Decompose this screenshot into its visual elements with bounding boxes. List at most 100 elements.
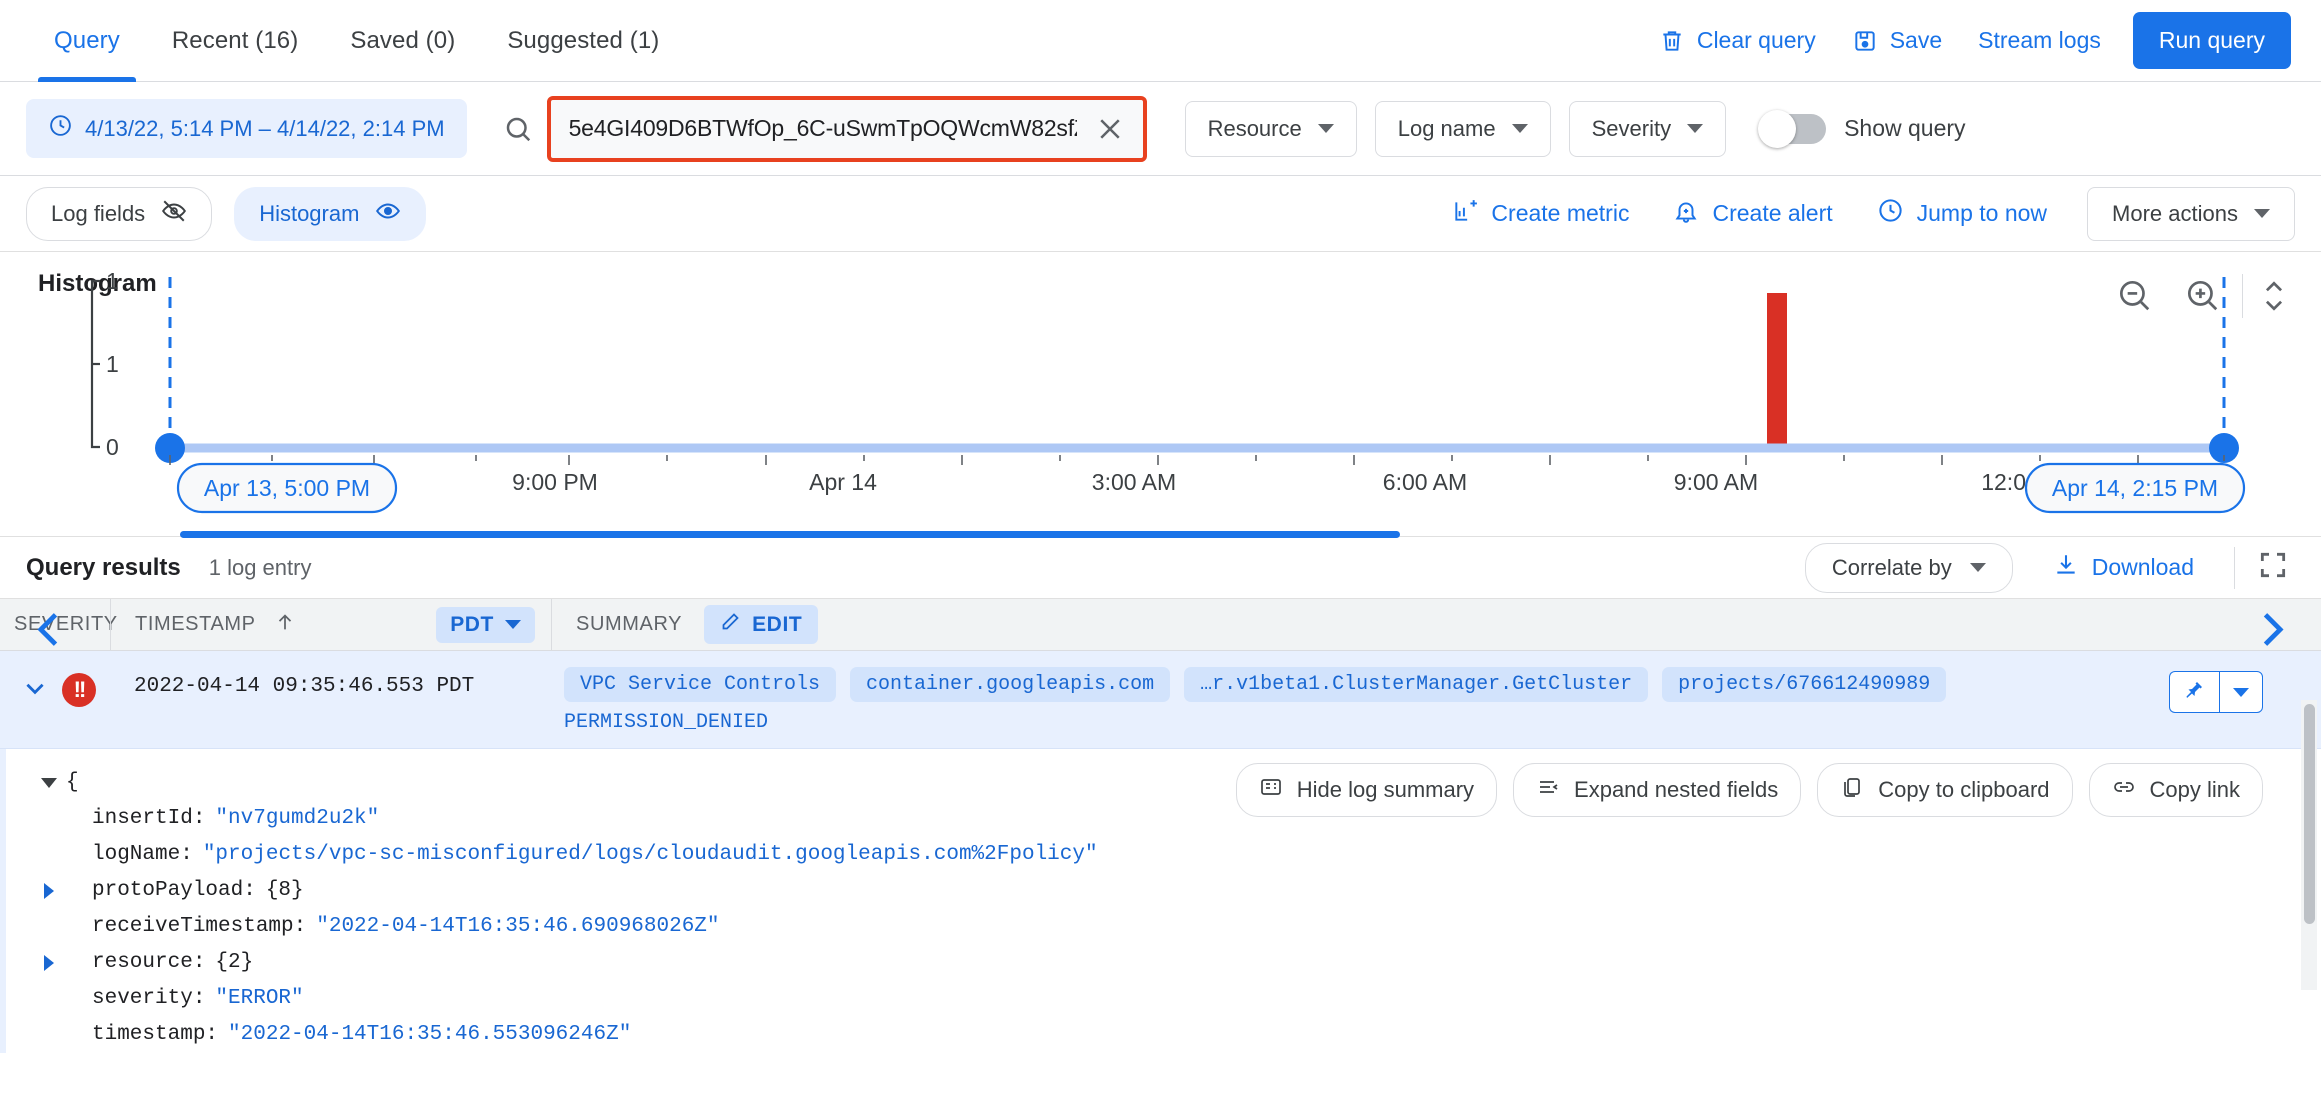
jump-to-now-button[interactable]: Jump to now	[1859, 187, 2065, 240]
search-input[interactable]	[550, 115, 1091, 142]
save-button[interactable]: Save	[1834, 15, 1960, 66]
download-button[interactable]: Download	[2035, 542, 2212, 594]
search-icon[interactable]	[495, 114, 547, 144]
json-key-resource: resource:	[92, 951, 206, 975]
range-start-chip: Apr 13, 5:00 PM	[176, 462, 398, 514]
json-key-severity: severity:	[92, 987, 206, 1011]
histogram-toggle-label: Histogram	[259, 200, 360, 226]
download-icon	[2053, 552, 2079, 584]
top-actions: Clear query Save Stream logs Run query	[1641, 12, 2321, 69]
json-value-receivetimestamp: "2022-04-14T16:35:46.690968026Z"	[316, 915, 720, 939]
time-range-selector[interactable]: 4/13/22, 5:14 PM – 4/14/22, 2:14 PM	[26, 99, 467, 158]
expand-nested-fields-label: Expand nested fields	[1574, 777, 1779, 802]
search-field-highlight	[546, 95, 1147, 162]
query-results-header: Query results 1 log entry Correlate by D…	[0, 531, 2321, 599]
time-range-label: 4/13/22, 5:14 PM – 4/14/22, 2:14 PM	[85, 115, 445, 141]
copy-to-clipboard-label: Copy to clipboard	[1878, 777, 2050, 802]
histogram-panel: Histogram 1 1 0 9:00 PM Apr 14 3:00 AM 6…	[0, 252, 2321, 646]
tab-suggested[interactable]: Suggested (1)	[481, 0, 685, 82]
top-tab-bar: Query Recent (16) Saved (0) Suggested (1…	[0, 0, 2321, 82]
tab-recent[interactable]: Recent (16)	[146, 0, 325, 82]
clock-icon	[1877, 197, 1904, 230]
scrollbar-thumb[interactable]	[2304, 704, 2315, 924]
run-query-button[interactable]: Run query	[2132, 12, 2291, 69]
toggle-knob	[1758, 109, 1797, 148]
histogram-prev-button[interactable]	[28, 608, 72, 657]
copy-link-button[interactable]: Copy link	[2088, 763, 2263, 817]
svg-text:Apr 14, 2:15 PM: Apr 14, 2:15 PM	[2052, 475, 2218, 501]
create-metric-button[interactable]: Create metric	[1434, 188, 1647, 240]
expand-resource-icon[interactable]	[32, 955, 66, 971]
histogram-chart[interactable]: 1 1 0 9:00 PM Apr 14 3:00 AM 6:00 AM 9:0…	[0, 252, 2321, 537]
clock-icon	[48, 113, 73, 144]
column-header-timestamp-label: TIMESTAMP	[135, 613, 256, 635]
timestamp-cell: 2022-04-14 09:35:46.553 PDT	[134, 675, 475, 698]
histogram-toggle[interactable]: Histogram	[234, 186, 427, 241]
eye-icon	[375, 198, 401, 230]
query-results-actions: Correlate by Download	[1804, 542, 2295, 594]
status-badge: PERMISSION_DENIED	[564, 711, 769, 734]
collapse-root-icon[interactable]	[32, 778, 66, 788]
results-vertical-scrollbar[interactable]	[2301, 700, 2317, 990]
column-header-summary[interactable]: SUMMARY EDIT	[552, 599, 819, 651]
json-key-receivetimestamp: receiveTimestamp:	[92, 915, 307, 939]
pin-button[interactable]	[2169, 671, 2219, 713]
chevron-down-icon	[1317, 124, 1334, 133]
correlate-by-button[interactable]: Correlate by	[1804, 542, 2013, 593]
summary-chip-service-name[interactable]: container.googleapis.com	[850, 667, 1171, 702]
histogram-next-button[interactable]	[2249, 608, 2293, 657]
logs-explorer-app: Query Recent (16) Saved (0) Suggested (1…	[0, 0, 2321, 1103]
clear-search-icon[interactable]	[1091, 114, 1143, 144]
pin-dropdown-button[interactable]	[2219, 671, 2263, 713]
expand-protopayload-icon[interactable]	[32, 883, 66, 899]
svg-text:0: 0	[106, 434, 119, 460]
summary-chip-vpc-service-controls[interactable]: VPC Service Controls	[564, 667, 837, 702]
results-table-header: SEVERITY TIMESTAMP PDT SUMMARY EDIT	[0, 598, 2321, 651]
search-area	[495, 95, 1147, 162]
resource-filter[interactable]: Resource	[1184, 100, 1357, 157]
hide-log-summary-button[interactable]: Hide log summary	[1235, 763, 1498, 817]
range-end-chip: Apr 14, 2:15 PM	[2024, 462, 2246, 514]
row-action-buttons	[2169, 671, 2263, 713]
json-value-insertid: "nv7gumd2u2k"	[215, 807, 380, 831]
expand-list-icon	[1536, 775, 1560, 805]
fullscreen-button[interactable]	[2257, 549, 2295, 586]
more-actions-button[interactable]: More actions	[2087, 186, 2295, 241]
tab-recent-label: Recent (16)	[171, 26, 299, 54]
chevron-down-icon	[505, 620, 521, 629]
summary-chip-project[interactable]: projects/676612490989	[1662, 667, 1947, 702]
chevron-down-icon	[1511, 124, 1528, 133]
table-row[interactable]: !! 2022-04-14 09:35:46.553 PDT VPC Servi…	[0, 651, 2321, 749]
timezone-selector[interactable]: PDT	[436, 606, 535, 643]
hide-log-summary-label: Hide log summary	[1296, 777, 1475, 802]
json-field-protopayload: protoPayload: {8}	[32, 873, 2321, 909]
secondary-action-row: Log fields Histogram Create metric Creat…	[0, 176, 2321, 252]
column-header-timestamp[interactable]: TIMESTAMP PDT	[111, 599, 551, 651]
stream-logs-button[interactable]: Stream logs	[1960, 15, 2119, 66]
sort-ascending-icon[interactable]	[274, 611, 296, 639]
correlate-by-label: Correlate by	[1831, 554, 1952, 580]
copy-to-clipboard-button[interactable]: Copy to clipboard	[1817, 763, 2073, 817]
horizontal-scroll-indicator[interactable]	[180, 531, 1400, 538]
expand-nested-fields-button[interactable]: Expand nested fields	[1513, 763, 1802, 817]
tab-query[interactable]: Query	[28, 0, 146, 82]
log-fields-toggle[interactable]: Log fields	[26, 186, 213, 241]
query-controls-row: 4/13/22, 5:14 PM – 4/14/22, 2:14 PM Reso…	[0, 82, 2321, 176]
summary-chip-method-name[interactable]: …r.v1beta1.ClusterManager.GetCluster	[1184, 667, 1649, 702]
clear-query-label: Clear query	[1696, 27, 1816, 53]
bar-chart-plus-icon	[1452, 198, 1478, 230]
log-name-filter[interactable]: Log name	[1374, 100, 1551, 157]
divider	[2234, 546, 2235, 589]
expand-row-chevron-icon[interactable]	[22, 675, 48, 706]
clear-query-button[interactable]: Clear query	[1641, 15, 1834, 66]
show-query-toggle[interactable]	[1758, 109, 1827, 148]
create-alert-button[interactable]: Create alert	[1655, 188, 1850, 240]
json-key-protopayload: protoPayload:	[92, 879, 256, 903]
more-actions-label: More actions	[2112, 200, 2238, 226]
error-icon: !!	[62, 673, 96, 707]
severity-filter[interactable]: Severity	[1568, 100, 1727, 157]
tab-saved[interactable]: Saved (0)	[324, 0, 481, 82]
right-actions: Create metric Create alert Jump to now M…	[1434, 186, 2295, 241]
edit-summary-button[interactable]: EDIT	[704, 605, 819, 644]
create-alert-label: Create alert	[1712, 200, 1833, 226]
